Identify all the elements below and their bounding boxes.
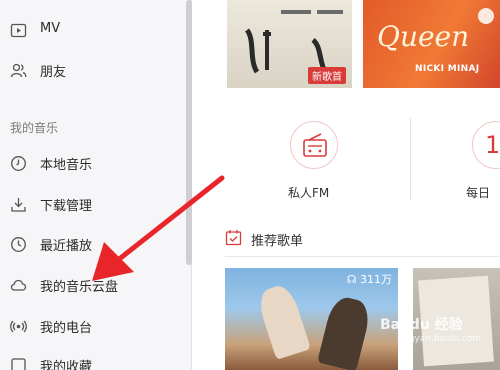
- calendar-check-icon: [225, 230, 242, 246]
- playlist-cover-figure: [255, 282, 311, 360]
- cloud-icon: [10, 279, 27, 291]
- sidebar-scrollbar[interactable]: [186, 0, 192, 265]
- friends-icon: [10, 63, 27, 78]
- banner-artist: NICKI MINAJ: [415, 64, 480, 74]
- sidebar-item-label: 我的音乐云盘: [40, 280, 119, 295]
- radio-fm-icon: [303, 133, 327, 157]
- sidebar-item-label: MV: [40, 21, 61, 36]
- section-divider: [225, 256, 500, 257]
- sidebar-item-label: 最近播放: [40, 239, 93, 254]
- sidebar-item-label: 我的收藏: [40, 360, 93, 370]
- sidebar: MV 朋友 我的音乐 本地音乐 下载管理 最近播放 我的音乐云盘 我的电台 我的…: [0, 0, 192, 370]
- banner-title: Queen: [377, 20, 470, 53]
- daily-recommend-button[interactable]: 1: [472, 121, 500, 169]
- play-count: ☊ 311万: [346, 273, 392, 286]
- banner-right[interactable]: Queen NICKI MINAJ: [363, 0, 500, 88]
- daily-recommend-label: 每日: [466, 186, 491, 200]
- sidebar-item-downloads[interactable]: 下载管理: [0, 189, 185, 219]
- daily-icon: 1: [485, 131, 500, 159]
- sidebar-item-my-radio[interactable]: 我的电台: [0, 311, 185, 341]
- video-icon: [10, 23, 27, 38]
- sidebar-item-label: 下载管理: [40, 199, 93, 214]
- shortcut-divider: [410, 118, 411, 200]
- sidebar-item-label: 朋友: [40, 65, 67, 80]
- sidebar-item-favorites[interactable]: 我的收藏: [0, 350, 185, 370]
- banner-left[interactable]: 新歌首: [227, 0, 352, 88]
- play-count-value: 311万: [360, 273, 392, 286]
- sidebar-item-local-music[interactable]: 本地音乐: [0, 148, 185, 178]
- banner-badge-icon: [478, 8, 494, 24]
- favorites-icon: [11, 358, 26, 370]
- clock-icon: [11, 156, 26, 171]
- private-fm-button[interactable]: [290, 121, 338, 169]
- sidebar-item-label: 本地音乐: [40, 158, 93, 173]
- sidebar-item-label: 我的电台: [40, 321, 93, 336]
- sidebar-item-friends[interactable]: 朋友: [0, 55, 185, 85]
- recommend-playlists-title: 推荐歌单: [251, 234, 304, 249]
- sidebar-item-recent[interactable]: 最近播放: [0, 229, 185, 259]
- baidu-watermark-url: jingyan.baidu.com: [398, 334, 482, 344]
- sidebar-item-cloud-drive[interactable]: 我的音乐云盘: [0, 270, 185, 300]
- private-fm-label: 私人FM: [288, 186, 330, 200]
- playlist-card[interactable]: ☊ 311万: [225, 268, 398, 370]
- section-title-my-music: 我的音乐: [10, 121, 59, 135]
- download-icon: [11, 198, 26, 212]
- baidu-watermark: Bai du 经验: [380, 317, 463, 333]
- sidebar-item-mv[interactable]: MV: [0, 15, 185, 45]
- history-icon: [11, 237, 26, 252]
- radio-icon: [10, 320, 27, 333]
- new-song-tag: 新歌首: [308, 67, 346, 84]
- playlist-cover-figure: [317, 294, 373, 370]
